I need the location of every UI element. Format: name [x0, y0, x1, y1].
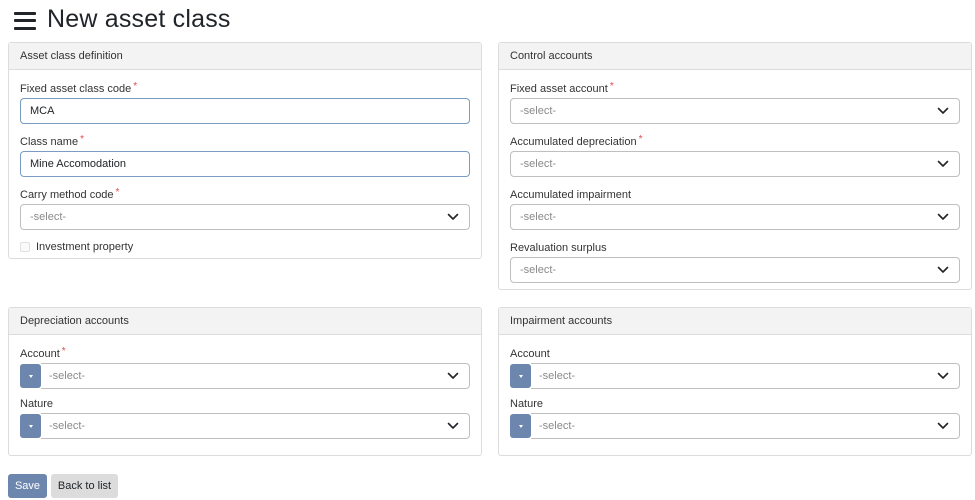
chevron-down-icon: [937, 421, 949, 431]
impairment-nature-combo: -select-: [510, 413, 960, 439]
depreciation-nature-combo: -select-: [20, 413, 470, 439]
checkbox-label: Investment property: [36, 241, 134, 253]
chevron-down-icon: [447, 371, 459, 381]
chevron-down-icon: [937, 159, 949, 169]
caret-down-icon: [28, 374, 33, 378]
depreciation-nature-select[interactable]: -select-: [41, 413, 470, 439]
fixed-asset-class-code-input[interactable]: [20, 98, 470, 124]
chevron-down-icon: [937, 265, 949, 275]
investment-property-checkbox[interactable]: [20, 242, 30, 252]
dropdown-toggle-button[interactable]: [510, 364, 531, 388]
impairment-accounts-card: Impairment accounts Account -select- Nat…: [498, 307, 972, 456]
select-value: -select-: [539, 370, 576, 382]
select-value: -select-: [520, 158, 557, 170]
save-button[interactable]: Save: [8, 474, 47, 498]
select-value: -select-: [49, 370, 86, 382]
caret-down-icon: [518, 424, 523, 428]
select-value: -select-: [520, 211, 557, 223]
back-to-list-button[interactable]: Back to list: [51, 474, 118, 498]
field-label: Nature: [20, 398, 54, 410]
class-name-input[interactable]: [20, 151, 470, 177]
select-value: -select-: [520, 105, 557, 117]
chevron-down-icon: [937, 212, 949, 222]
depreciation-accounts-card: Depreciation accounts Account * -select- …: [8, 307, 482, 456]
field-label: Account: [510, 348, 550, 360]
caret-down-icon: [518, 374, 523, 378]
dropdown-toggle-button[interactable]: [510, 414, 531, 438]
impairment-account-combo: -select-: [510, 363, 960, 389]
field-label: Account *: [20, 346, 66, 360]
page-header: New asset class: [14, 2, 231, 36]
depreciation-account-select[interactable]: -select-: [41, 363, 470, 389]
caret-down-icon: [28, 424, 33, 428]
select-value: -select-: [30, 211, 67, 223]
field-label: Class name *: [20, 134, 84, 148]
field-label: Fixed asset account *: [510, 81, 614, 95]
card-header: Asset class definition: [9, 43, 481, 70]
impairment-nature-select[interactable]: -select-: [531, 413, 960, 439]
page-title: New asset class: [47, 4, 231, 33]
carry-method-code-select[interactable]: -select-: [20, 204, 470, 230]
chevron-down-icon: [447, 421, 459, 431]
required-marker: *: [115, 187, 120, 198]
field-label: Fixed asset class code *: [20, 81, 138, 95]
impairment-account-select[interactable]: -select-: [531, 363, 960, 389]
field-label: Nature: [510, 398, 544, 410]
card-header: Depreciation accounts: [9, 308, 481, 335]
required-marker: *: [609, 81, 614, 92]
required-marker: *: [133, 81, 138, 92]
control-accounts-card: Control accounts Fixed asset account * -s…: [498, 42, 972, 290]
required-marker: *: [80, 134, 84, 145]
revaluation-surplus-select[interactable]: -select-: [510, 257, 960, 283]
field-label: Accumulated impairment: [510, 189, 632, 201]
asset-class-definition-card: Asset class definition Fixed asset class…: [8, 42, 482, 259]
field-label: Carry method code *: [20, 187, 120, 201]
field-label: Accumulated depreciation *: [510, 134, 643, 148]
accumulated-depreciation-select[interactable]: -select-: [510, 151, 960, 177]
select-value: -select-: [539, 420, 576, 432]
card-header: Impairment accounts: [499, 308, 971, 335]
field-label: Revaluation surplus: [510, 242, 607, 254]
required-marker: *: [61, 346, 66, 357]
chevron-down-icon: [447, 212, 459, 222]
accumulated-impairment-select[interactable]: -select-: [510, 204, 960, 230]
required-marker: *: [638, 134, 643, 145]
select-value: -select-: [49, 420, 86, 432]
dropdown-toggle-button[interactable]: [20, 414, 41, 438]
depreciation-account-combo: -select-: [20, 363, 470, 389]
fixed-asset-account-select[interactable]: -select-: [510, 98, 960, 124]
dropdown-toggle-button[interactable]: [20, 364, 41, 388]
card-header: Control accounts: [499, 43, 971, 70]
select-value: -select-: [520, 264, 557, 276]
chevron-down-icon: [937, 371, 949, 381]
hamburger-menu-icon[interactable]: [14, 11, 36, 30]
chevron-down-icon: [937, 106, 949, 116]
